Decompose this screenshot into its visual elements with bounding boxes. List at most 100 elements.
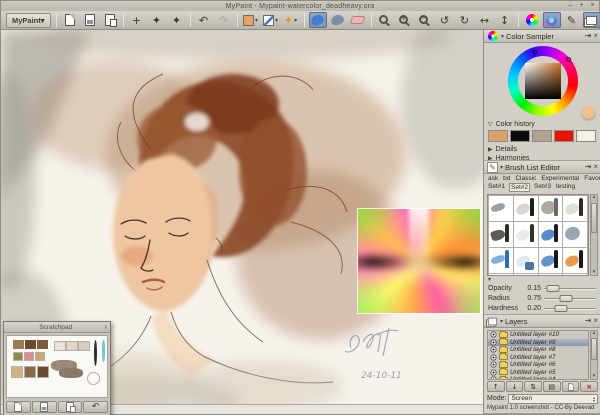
brush-group-tab-ask[interactable]: ask [487,175,499,182]
scrollbar-thumb[interactable] [591,203,597,233]
brush-group-tab-set#3[interactable]: Set#3 [533,183,552,192]
history-swatch-2[interactable] [532,130,552,142]
scroll-down-icon[interactable]: ▾ [591,374,597,379]
brush-tile-0[interactable] [489,196,513,221]
brush-group-tab-testing[interactable]: testing [555,183,576,192]
history-swatch-3[interactable] [554,130,574,142]
layer-reorder-button[interactable]: ⇅ [524,381,542,392]
maximize-button[interactable]: + [577,2,586,10]
minimize-button[interactable]: – [566,2,575,10]
pin-icon[interactable]: ⇥ [585,317,592,325]
color-history-row[interactable]: ▽ Color history [484,119,600,129]
canvas-area[interactable]: 24-10-11 Scratchpad › ↶ [1,30,483,414]
mode-spinner[interactable]: ▴▾ [593,396,595,402]
flip-horizontal-button[interactable]: ↔ [476,12,494,28]
slider-handle[interactable] [555,305,568,312]
chevron-down-icon[interactable]: ▾ [500,164,503,171]
brush-tile-9[interactable] [514,248,538,273]
visibility-eye-icon[interactable] [490,331,497,338]
redo-button[interactable]: ↷ [215,12,233,28]
rotate-ccw-button[interactable]: ↺ [436,12,454,28]
brush-tile-10[interactable] [539,248,563,273]
brush-group-tab-bd[interactable]: bd [502,175,511,182]
zoom-out-button[interactable]: − [416,12,434,28]
scratchpad-expand-icon[interactable]: › [104,323,107,331]
layer-up-button[interactable]: ↑ [487,381,505,392]
scratchpad-canvas[interactable] [6,335,108,398]
brush-group-tab-set#2[interactable]: Set#2 [509,183,530,192]
slider-track[interactable] [543,284,597,293]
brush-tile-7[interactable] [563,222,587,247]
new-document-button[interactable] [61,12,79,28]
close-icon[interactable]: × [593,317,598,325]
scrap-plus-button[interactable]: + [128,12,146,28]
scratchpad-titlebar[interactable]: Scratchpad › [4,322,110,333]
hue-ring[interactable] [508,46,578,116]
scroll-up-icon[interactable]: ▴ [591,195,597,200]
current-color-bubble[interactable] [582,106,595,119]
toggle-color-ring-button[interactable] [543,12,561,28]
scrollbar-thumb[interactable] [591,338,597,360]
scroll-up-icon[interactable]: ▴ [591,331,597,336]
scroll-down-icon[interactable]: ▾ [591,270,597,275]
smudge-tool-button[interactable] [329,12,347,28]
slider-handle[interactable] [559,295,572,302]
rotate-cw-button[interactable]: ↻ [456,12,474,28]
undo-button[interactable]: ↶ [195,12,213,28]
flip-vertical-button[interactable]: ↕ [496,12,514,28]
brush-tile-3[interactable] [563,196,587,221]
brush-group-tab-classic[interactable]: Classic [514,175,537,182]
saturation-value-square[interactable] [525,63,561,99]
scratchpad-window[interactable]: Scratchpad › ↶ [3,321,111,415]
titlebar[interactable]: MyPaint - Mypaint-watercolor_deadheavy.o… [1,1,599,11]
brush-tile-5[interactable] [514,222,538,247]
brush-group-tab-favorites[interactable]: Favorites [583,175,600,182]
chevron-down-icon[interactable]: ▾ [501,33,504,40]
save-document-button[interactable] [101,12,119,28]
pin-icon[interactable]: ⇥ [585,163,592,171]
close-icon[interactable]: × [593,32,598,40]
scratchpad-undo-button[interactable]: ↶ [83,401,108,413]
zoom-in-button[interactable]: + [396,12,414,28]
brush-group-tab-set#1[interactable]: Set#1 [487,183,506,192]
layer-delete-button[interactable]: × [580,381,598,392]
history-swatch-1[interactable] [510,130,530,142]
zoom-tool-button[interactable] [376,12,394,28]
close-button[interactable]: × [588,2,597,10]
brush-settings-expander[interactable]: ▾ [484,276,600,283]
chevron-down-icon[interactable]: ▾ [500,318,503,325]
eraser-tool-button[interactable] [349,12,367,28]
layers-scrollbar[interactable]: ▴ ▾ [590,330,598,380]
brush-group-tab-experimental[interactable]: Experimental [540,175,580,182]
color-swatch-dropdown[interactable]: ▾ [242,12,260,28]
brush-tile-11[interactable] [563,248,587,273]
scratchpad-open-button[interactable] [32,401,57,413]
brush-tile-2[interactable] [539,196,563,221]
mypaint-menu-button[interactable]: MyPaint▾ [6,13,51,28]
visibility-eye-icon[interactable] [490,346,497,353]
open-document-button[interactable] [81,12,99,28]
hue-marker[interactable] [566,57,571,62]
layer-merge-button[interactable]: ▤ [543,381,561,392]
scrap-next-button[interactable]: ✦ [168,12,186,28]
pin-icon[interactable]: ⇥ [585,32,592,40]
toggle-layers-window-button[interactable] [583,12,600,28]
mode-select[interactable]: Screen ▴▾ [508,394,598,404]
slider-track[interactable] [543,304,597,313]
expander-icon[interactable]: ▽ [488,121,493,128]
sv-marker[interactable] [533,50,537,54]
harmonies-expander[interactable]: ▶ Harmonies [484,153,600,161]
layers-header[interactable]: ▾ Layers ⇥ × [484,315,600,328]
scratchpad-new-button[interactable] [6,401,31,413]
visibility-eye-icon[interactable] [490,339,497,346]
color-sampler-header[interactable]: ▾ Color Sampler ⇥ × [484,30,600,43]
brush-tile-1[interactable] [514,196,538,221]
brush-editor-header[interactable]: ✎ ▾ Brush List Editor ⇥ × [484,161,600,174]
visibility-eye-icon[interactable] [490,369,497,376]
visibility-eye-icon[interactable] [490,361,497,368]
layer-new-button[interactable] [562,381,580,392]
freehand-tool-button[interactable] [309,12,327,28]
scrap-prev-button[interactable]: ✦ [148,12,166,28]
scratchpad-save-button[interactable] [58,401,83,413]
visibility-eye-icon[interactable] [490,354,497,361]
